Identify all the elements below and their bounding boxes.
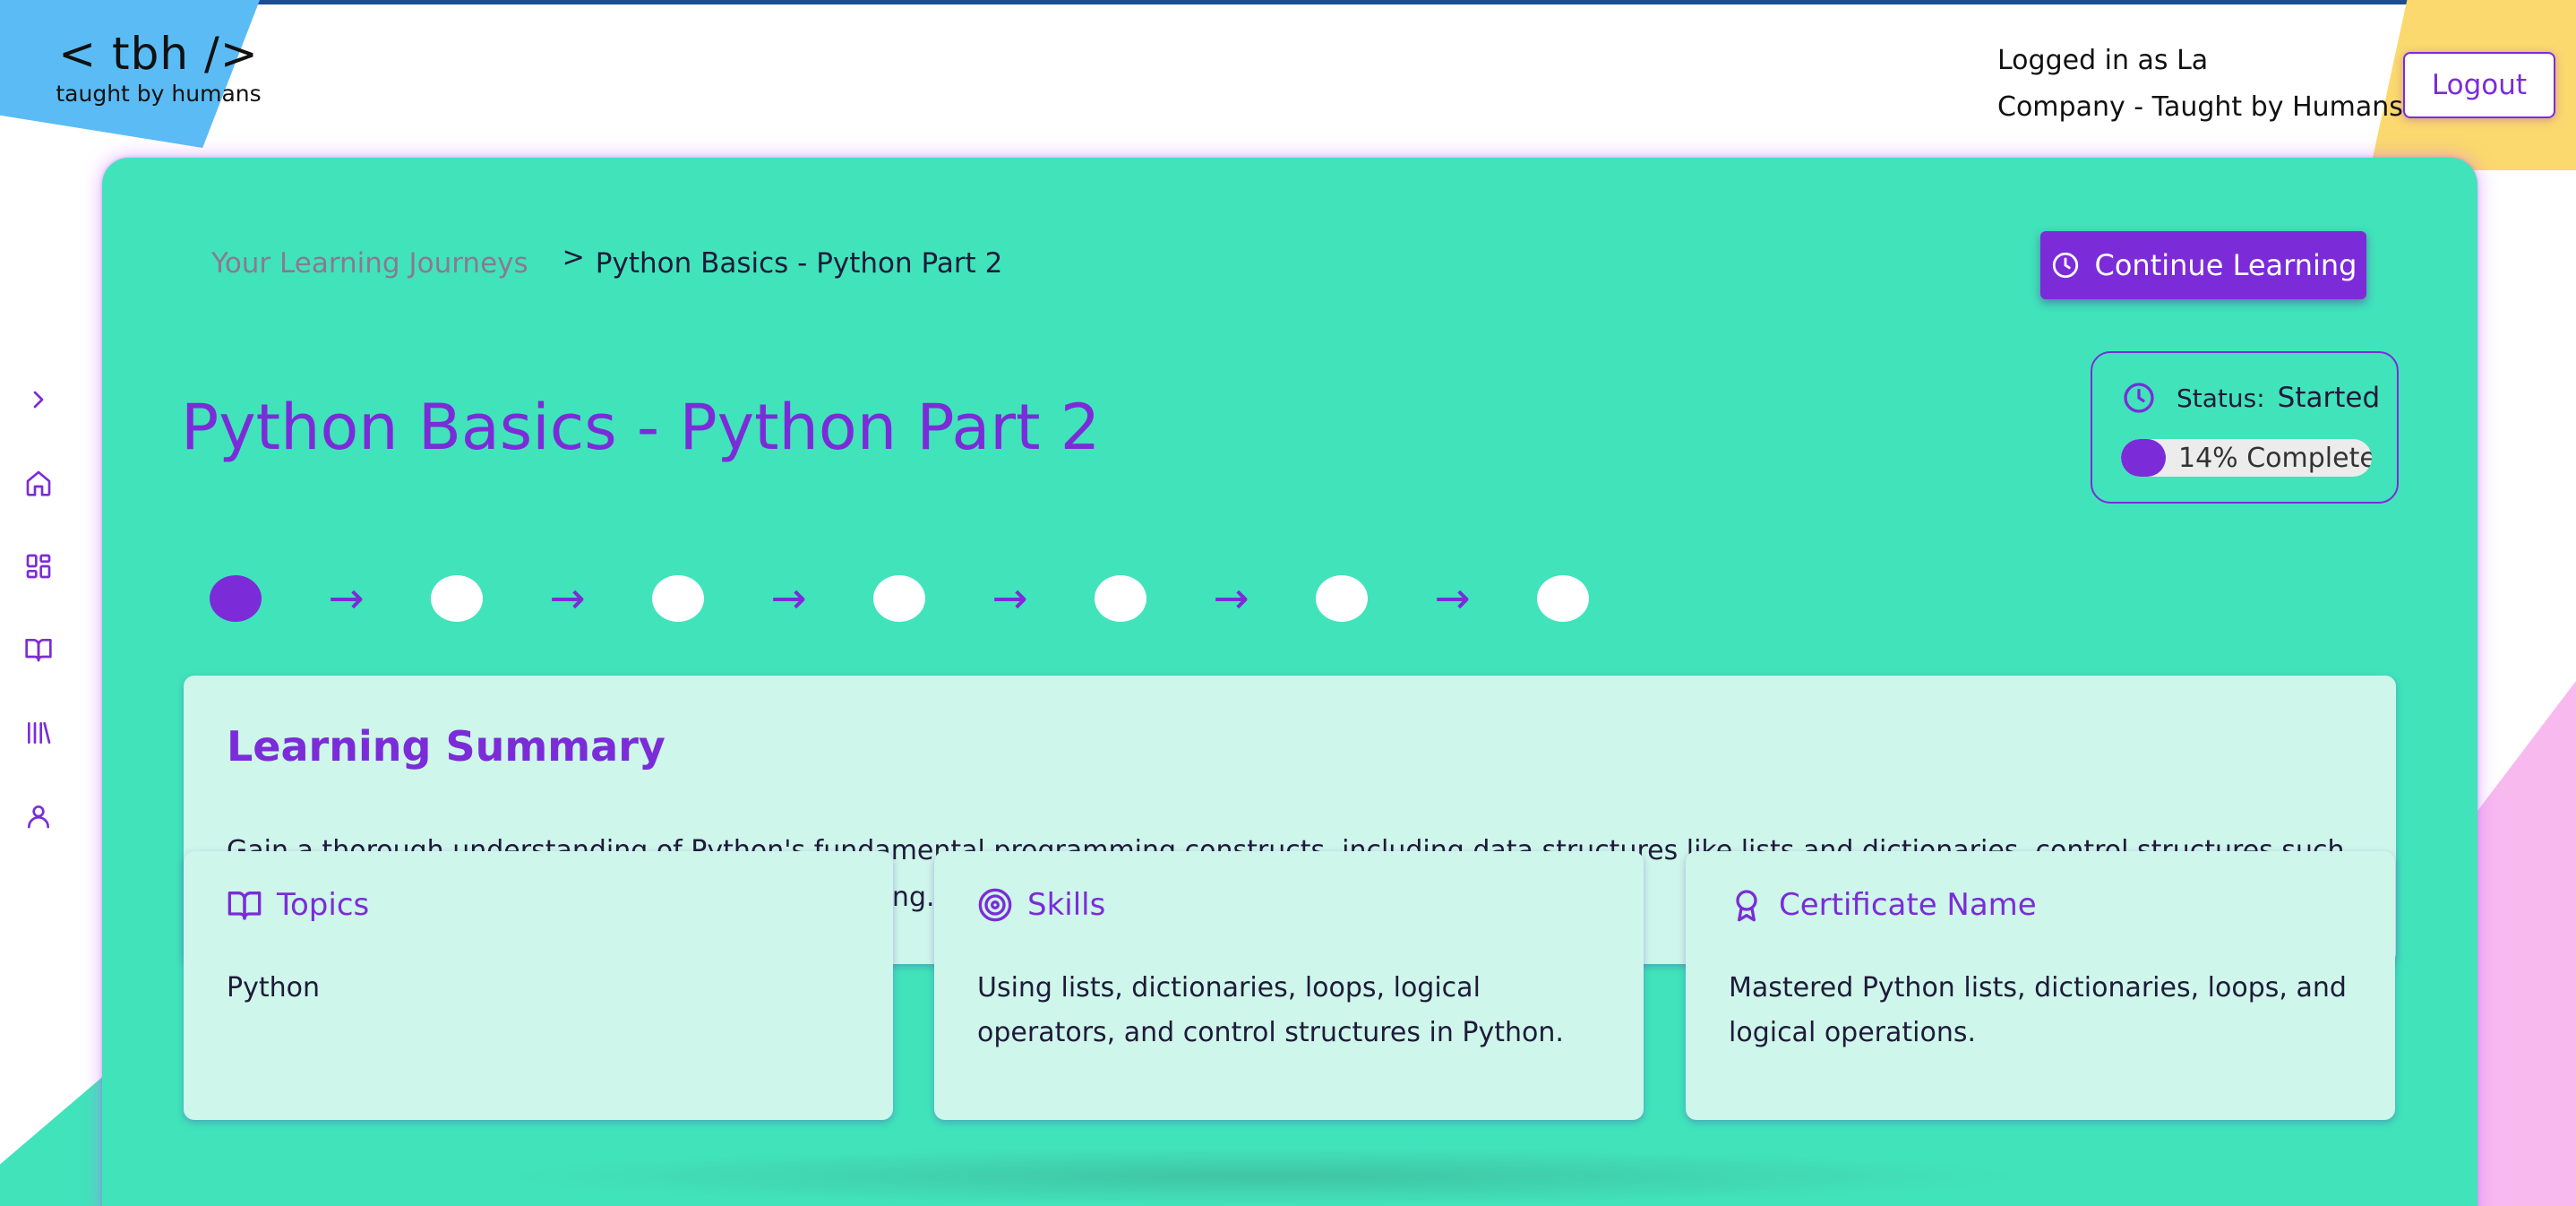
logo-tagline: taught by humans xyxy=(56,81,262,107)
award-icon xyxy=(1736,890,1757,922)
step-arrow-3: → xyxy=(770,573,807,624)
skills-card-body: Using lists, dictionaries, loops, logica… xyxy=(977,972,1564,1048)
dashboard-icon xyxy=(26,554,51,579)
step-dot-6[interactable] xyxy=(1316,575,1368,622)
certificate-card: Certificate Name Mastered Python lists, … xyxy=(1686,851,2395,1120)
breadcrumb-link-journeys[interactable]: Your Learning Journeys xyxy=(211,244,528,283)
sidebar-item-library[interactable] xyxy=(20,714,57,752)
step-dot-5[interactable] xyxy=(1095,575,1146,622)
chevron-right-icon xyxy=(33,391,44,409)
step-arrow-4: → xyxy=(992,573,1028,624)
sidebar-item-learning[interactable] xyxy=(20,631,57,668)
step-dot-2[interactable] xyxy=(431,575,483,622)
sidebar-item-profile[interactable] xyxy=(20,797,57,835)
top-accent-line xyxy=(0,0,2576,4)
company-text: Company - Taught by Humans xyxy=(1997,91,2403,123)
step-arrow-1: → xyxy=(328,573,365,624)
topics-card-title: Topics xyxy=(277,887,370,923)
sidebar-item-dashboard[interactable] xyxy=(20,547,57,585)
progress-bar: 14% Complete xyxy=(2121,439,2372,477)
clock-icon xyxy=(2124,383,2154,413)
step-dot-3[interactable] xyxy=(652,575,704,622)
step-arrow-2: → xyxy=(549,573,586,624)
book-open-icon xyxy=(228,892,262,920)
logged-in-text: Logged in as La xyxy=(1997,45,2209,76)
user-info: Logged in as La Company - Taught by Huma… xyxy=(1997,38,2403,131)
certificate-card-header: Certificate Name xyxy=(1729,887,2037,923)
breadcrumb-current: Python Basics - Python Part 2 xyxy=(595,247,1003,280)
progress-text: 14% Complete xyxy=(2178,442,2372,474)
step-arrow-5: → xyxy=(1213,573,1249,624)
sidebar-expand-toggle[interactable] xyxy=(20,381,57,418)
clock-icon xyxy=(2052,252,2078,279)
continue-learning-label: Continue Learning xyxy=(2094,248,2357,282)
status-label: Status: xyxy=(2177,383,2265,413)
certificate-card-body: Mastered Python lists, dictionaries, loo… xyxy=(1729,972,2347,1048)
topics-card: Topics Python xyxy=(184,851,893,1120)
skills-card-title: Skills xyxy=(1027,887,1106,923)
topics-card-body: Python xyxy=(227,972,320,1004)
skills-card-header: Skills xyxy=(977,887,1105,923)
step-dot-4[interactable] xyxy=(873,575,925,622)
breadcrumb: Your Learning Journeys > Python Basics -… xyxy=(211,242,1003,283)
sidebar-item-home[interactable] xyxy=(20,464,57,502)
status-panel: Status: Started 14% Complete xyxy=(2091,351,2399,504)
user-icon xyxy=(28,805,49,829)
logo-mark: < tbh /> xyxy=(58,28,259,80)
breadcrumb-separator: > xyxy=(562,242,585,273)
target-icon xyxy=(978,888,1012,922)
logout-button[interactable]: Logout xyxy=(2403,52,2555,118)
continue-learning-button[interactable]: Continue Learning xyxy=(2040,231,2366,299)
page-title: Python Basics - Python Part 2 xyxy=(181,391,1101,464)
status-value: Started xyxy=(2277,382,2381,414)
step-dot-1[interactable] xyxy=(210,575,262,622)
step-arrow-6: → xyxy=(1434,573,1471,624)
scroll-shadow xyxy=(502,1147,2024,1206)
certificate-card-title: Certificate Name xyxy=(1779,887,2037,923)
library-icon xyxy=(28,722,51,744)
home-icon xyxy=(26,470,51,496)
book-open-icon xyxy=(25,639,52,662)
step-dot-7[interactable] xyxy=(1537,575,1589,622)
learning-summary-title: Learning Summary xyxy=(227,722,665,771)
journey-stepper: → → → → → → xyxy=(210,572,1589,625)
logo[interactable]: < tbh /> taught by humans xyxy=(56,27,262,108)
topics-card-header: Topics xyxy=(227,887,369,923)
sidebar xyxy=(20,381,57,881)
progress-fill xyxy=(2121,439,2166,477)
app-window: < tbh /> taught by humans Logged in as L… xyxy=(0,0,2576,1206)
skills-card: Skills Using lists, dictionaries, loops,… xyxy=(934,851,1644,1120)
status-row: Status: Started xyxy=(2121,380,2380,416)
